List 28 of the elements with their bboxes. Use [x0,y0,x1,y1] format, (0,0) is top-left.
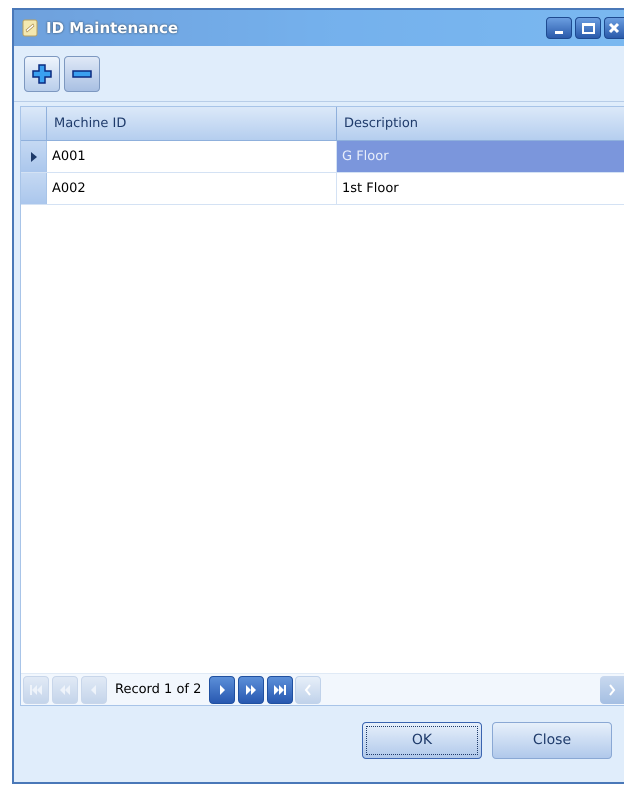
double-triangle-right-icon [244,682,258,696]
last-record-button[interactable] [267,676,294,704]
next-page-button[interactable] [238,676,264,704]
app-icon [22,19,38,37]
remove-button[interactable] [64,56,100,92]
dialog-button[interactable]: OK [362,722,482,759]
window-title: ID Maintenance [46,18,180,39]
double-triangle-left-icon [58,682,72,696]
row-indicator[interactable] [21,141,47,172]
next-record-button[interactable] [209,676,236,704]
column-header[interactable]: Machine ID [47,107,337,140]
table-cell: 1st Floor [337,173,624,204]
table-cell: G Floor [337,141,624,172]
dialog-button[interactable]: Close [492,722,612,759]
minimize-button[interactable] [546,17,572,39]
record-counter: Record 1 of 2 [114,680,202,699]
skip-last-icon [273,682,288,696]
table-cell: A002 [47,173,337,204]
skip-first-icon [29,682,43,696]
column-header[interactable]: Description [337,107,624,140]
chevron-left-icon [304,684,312,696]
close-icon [608,22,620,34]
minus-icon [71,68,93,78]
add-button[interactable] [24,56,60,92]
chevron-right-icon [608,684,616,696]
close-window-button[interactable] [604,17,624,39]
maximize-button[interactable] [575,17,601,39]
plus-icon [31,62,53,84]
